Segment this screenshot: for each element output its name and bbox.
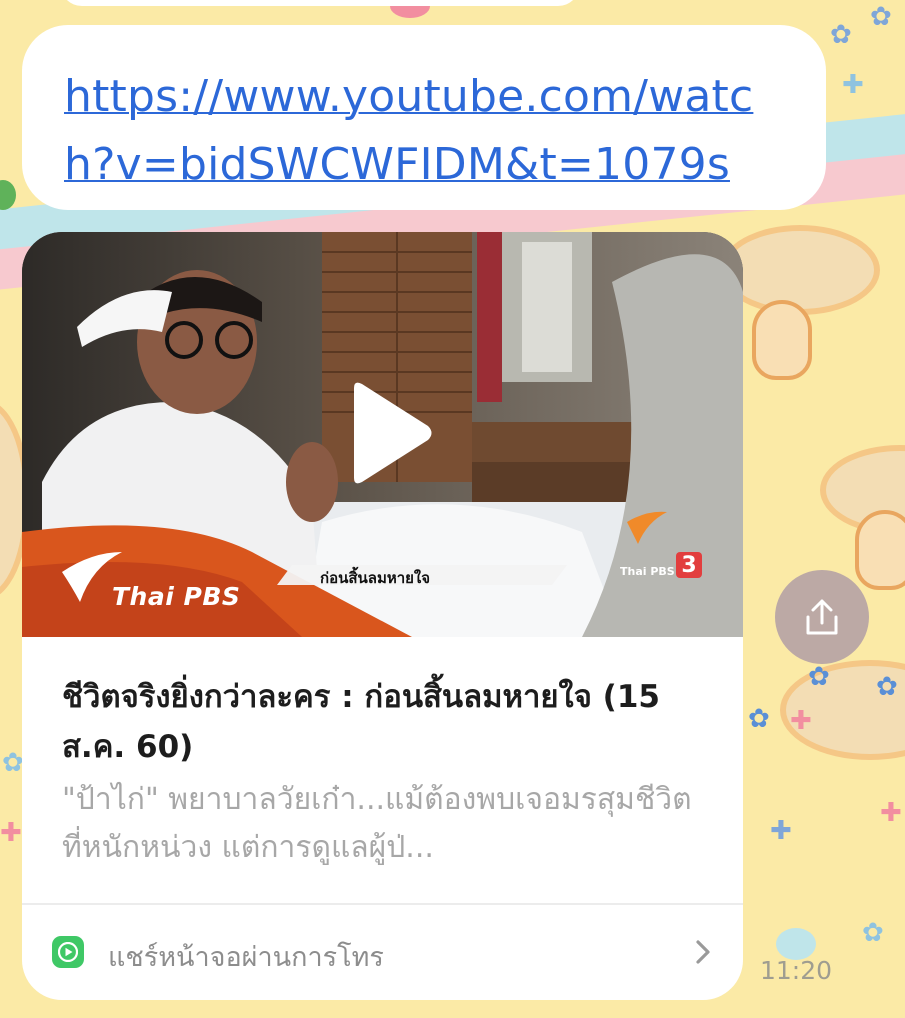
forward-share-button[interactable] — [775, 570, 869, 664]
chevron-right-icon — [696, 940, 710, 964]
youtube-link[interactable]: https://www.youtube.com/watch?v=bidSWCWF… — [64, 63, 794, 199]
share-screen-on-call-row[interactable]: แชร์หน้าจอผ่านการโทร — [22, 905, 743, 1000]
previous-message-bubble — [60, 0, 580, 6]
channel-number-badge: 3 — [676, 552, 702, 578]
preview-description: "ป้าไก่" พยาบาลวัยเก๋า...แม้ต้องพบเจอมรส… — [62, 782, 692, 865]
preview-title[interactable]: ชีวิตจริงยิ่งกว่าละคร : ก่อนสิ้นลมหายใจ … — [62, 672, 712, 772]
link-preview-card[interactable]: Thai PBS ก่อนสิ้นลมหายใจ Thai PBS 3 — [22, 232, 743, 1000]
play-button[interactable] — [338, 378, 438, 488]
play-icon — [354, 382, 432, 484]
share-screen-label: แชร์หน้าจอผ่านการโทร — [108, 942, 384, 973]
screen-share-icon — [52, 936, 84, 968]
message-timestamp: 11:20 — [760, 956, 833, 985]
share-icon — [806, 599, 838, 635]
thumbnail-caption: ก่อนสิ้นลมหายใจ — [320, 569, 431, 587]
link-message-bubble: https://www.youtube.com/watch?v=bidSWCWF… — [22, 25, 826, 210]
channel-logo-text: Thai PBS — [620, 565, 675, 578]
thai-pbs-brand: Thai PBS — [112, 582, 241, 611]
